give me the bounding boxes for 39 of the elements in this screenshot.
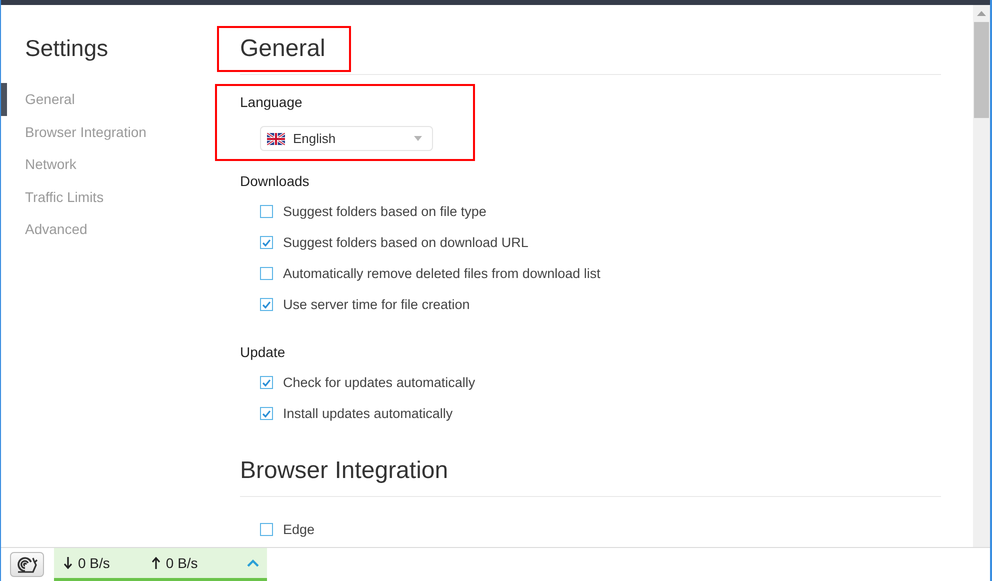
scrollbar[interactable] (973, 5, 990, 547)
upload-arrow-icon (152, 557, 160, 569)
snail-icon (16, 556, 38, 572)
group-label: Language (240, 93, 304, 111)
option-label: Use server time for file creation (283, 297, 470, 312)
group-label: Update (240, 343, 286, 361)
option-label: Check for updates automatically (283, 375, 476, 390)
sidebar-item[interactable]: Advanced (1, 213, 215, 246)
speed-panel[interactable]: 0 B/s 0 B/s (54, 548, 267, 581)
checkbox[interactable] (260, 236, 273, 249)
option-label: Edge (283, 522, 315, 537)
download-speed: 0 B/s (78, 555, 110, 571)
sidebar-title: Settings (24, 34, 110, 63)
checkbox[interactable] (260, 205, 273, 218)
option-label: Suggest folders based on file type (283, 204, 486, 219)
checkbox[interactable] (260, 407, 273, 420)
scroll-thumb[interactable] (974, 22, 989, 118)
sidebar-item[interactable]: Browser Integration (1, 116, 215, 148)
checkbox[interactable] (260, 298, 273, 311)
checkbox[interactable] (260, 523, 273, 536)
option-label: Install updates automatically (283, 406, 453, 421)
option-label: Suggest folders based on download URL (283, 235, 528, 250)
snail-button[interactable] (10, 552, 44, 577)
download-arrow-icon (64, 557, 72, 569)
group-label: Downloads (240, 172, 310, 190)
upload-speed: 0 B/s (166, 555, 198, 571)
checkbox[interactable] (260, 267, 273, 280)
flag-icon (267, 132, 285, 144)
section-heading: Browser Integration (239, 456, 450, 486)
dropdown-arrow-icon (414, 136, 422, 141)
checkbox[interactable] (260, 376, 273, 389)
sidebar-item[interactable]: Traffic Limits (1, 180, 215, 213)
chevron-up-icon[interactable] (247, 559, 259, 567)
section-heading: General (217, 26, 352, 72)
sidebar-item[interactable]: Network (1, 148, 215, 180)
scroll-up-arrow-icon[interactable] (977, 11, 986, 16)
sidebar-item[interactable]: General (1, 83, 215, 116)
option-label: Automatically remove deleted files from download list (283, 266, 600, 281)
language-select[interactable]: English (260, 126, 433, 151)
